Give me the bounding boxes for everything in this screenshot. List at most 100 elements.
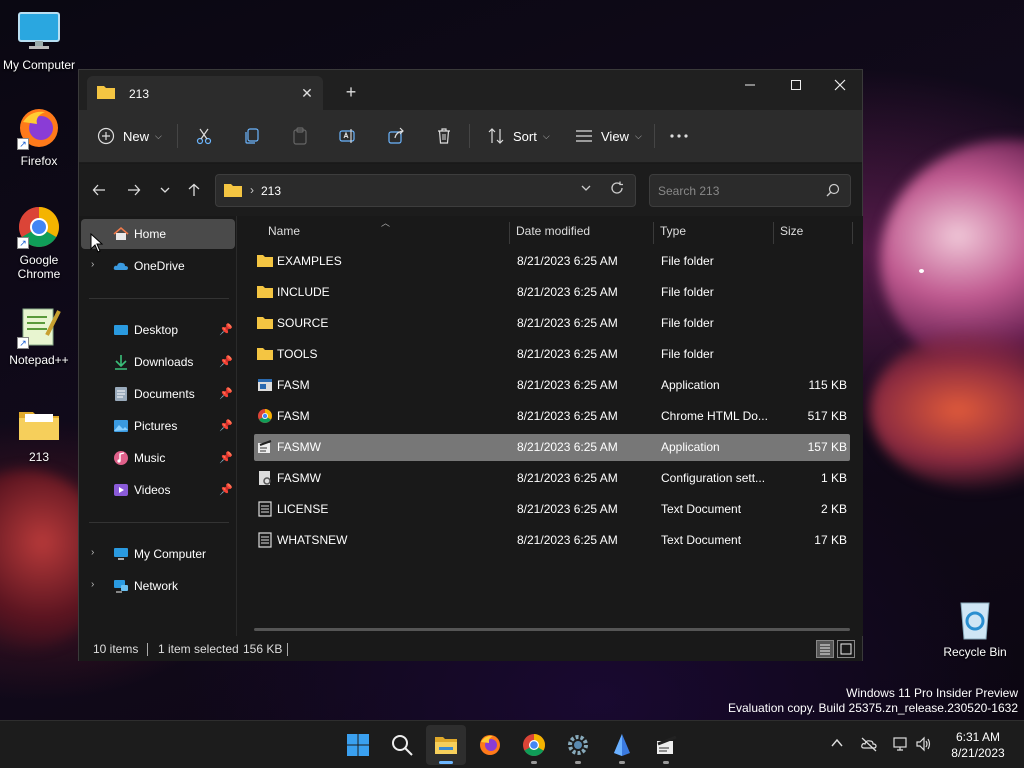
sort-button-label: Sort: [513, 128, 537, 144]
nav-item-videos[interactable]: Videos 📌: [81, 475, 235, 505]
breadcrumb-current[interactable]: 213: [261, 184, 281, 198]
arrow-up-icon: [188, 183, 200, 196]
volume-icon[interactable]: [915, 736, 933, 755]
tiles-view-icon: [840, 643, 852, 655]
pin-icon[interactable]: 📌: [219, 451, 233, 464]
file-explorer-taskbar-button[interactable]: [426, 725, 466, 765]
file-size: 157 KB: [807, 440, 847, 454]
column-header-size[interactable]: Size: [780, 216, 803, 246]
taskbar: 6:31 AM 8/21/2023: [0, 720, 1024, 768]
nav-item-documents[interactable]: Documents 📌: [81, 379, 235, 409]
nav-item-pictures[interactable]: Pictures 📌: [81, 411, 235, 441]
desktop-icon-firefox[interactable]: ↗ Firefox: [1, 106, 77, 168]
close-icon: [834, 79, 846, 91]
delete-button[interactable]: [435, 120, 453, 152]
share-button[interactable]: [387, 120, 405, 152]
pin-icon[interactable]: 📌: [219, 355, 233, 368]
search-box[interactable]: [649, 174, 851, 207]
file-row[interactable]: SOURCE 8/21/2023 6:25 AM File folder: [254, 310, 850, 337]
tiles-view-button[interactable]: [837, 640, 855, 658]
sort-ascending-icon: ︿: [381, 218, 391, 228]
file-row[interactable]: FASM 8/21/2023 6:25 AM Application 115 K…: [254, 372, 850, 399]
nav-item-music[interactable]: Music 📌: [81, 443, 235, 473]
more-options-button[interactable]: [669, 120, 689, 152]
desktop-icon-folder-213[interactable]: 213: [1, 402, 77, 464]
search-input[interactable]: [651, 176, 821, 205]
column-divider[interactable]: [852, 222, 853, 244]
file-row-selected[interactable]: FASMW 8/21/2023 6:25 AM Application 157 …: [254, 434, 850, 461]
details-view-button[interactable]: [816, 640, 834, 658]
search-taskbar-button[interactable]: [382, 725, 422, 765]
tab-213[interactable]: 213 ✕: [87, 76, 323, 110]
firefox-taskbar-button[interactable]: [470, 725, 510, 765]
minimize-button[interactable]: [727, 70, 773, 100]
sort-button[interactable]: Sort ⌵: [487, 120, 550, 152]
recent-locations-button[interactable]: [151, 176, 179, 204]
column-header-type[interactable]: Type: [660, 216, 686, 246]
onedrive-offline-icon[interactable]: [860, 736, 878, 755]
status-divider: [147, 643, 148, 656]
column-divider[interactable]: [653, 222, 654, 244]
cut-button[interactable]: [195, 120, 213, 152]
nav-item-my-computer[interactable]: › My Computer: [81, 539, 235, 569]
expand-chevron-icon[interactable]: ›: [91, 547, 94, 558]
pin-icon[interactable]: 📌: [219, 419, 233, 432]
nav-item-network[interactable]: › Network: [81, 571, 235, 601]
column-divider[interactable]: [509, 222, 510, 244]
nav-item-downloads[interactable]: Downloads 📌: [81, 347, 235, 377]
chrome-taskbar-button[interactable]: [514, 725, 554, 765]
forward-button[interactable]: [120, 176, 148, 204]
desktop-icon-chrome[interactable]: ↗ Google Chrome: [1, 205, 77, 281]
desktop-icon-notepadpp[interactable]: ↗ Notepad++: [1, 305, 77, 367]
desktop-icon-my-computer[interactable]: My Computer: [1, 10, 77, 72]
fasmw-taskbar-button[interactable]: [646, 725, 686, 765]
column-header-name[interactable]: Name: [268, 216, 300, 246]
address-history-chevron-icon[interactable]: [580, 182, 592, 197]
file-size: 17 KB: [814, 533, 847, 547]
desktop-icon-recycle-bin[interactable]: Recycle Bin: [937, 597, 1013, 659]
new-tab-button[interactable]: +: [341, 82, 361, 102]
show-hidden-icons-chevron-icon[interactable]: [830, 736, 844, 753]
taskbar-clock[interactable]: 6:31 AM 8/21/2023: [940, 729, 1016, 761]
new-button[interactable]: New ⌵: [97, 120, 162, 152]
network-status-icon[interactable]: [892, 736, 910, 755]
folder-icon: [97, 85, 115, 102]
app-taskbar-button[interactable]: [602, 725, 642, 765]
back-button[interactable]: [85, 176, 113, 204]
paste-button[interactable]: [291, 120, 309, 152]
status-bar: 10 items 1 item selected 156 KB: [79, 636, 862, 661]
pin-icon[interactable]: 📌: [219, 387, 233, 400]
settings-taskbar-button[interactable]: [558, 725, 598, 765]
up-button[interactable]: [180, 176, 208, 204]
address-bar[interactable]: › 213: [215, 174, 636, 207]
expand-chevron-icon[interactable]: ›: [91, 259, 94, 270]
nav-item-onedrive[interactable]: › OneDrive: [81, 251, 235, 281]
rename-button[interactable]: [339, 120, 357, 152]
file-row[interactable]: EXAMPLES 8/21/2023 6:25 AM File folder: [254, 248, 850, 275]
file-row[interactable]: FASM 8/21/2023 6:25 AM Chrome HTML Do...…: [254, 403, 850, 430]
refresh-icon[interactable]: [610, 181, 624, 199]
file-row[interactable]: TOOLS 8/21/2023 6:25 AM File folder: [254, 341, 850, 368]
desktop-icon-label: Recycle Bin: [943, 645, 1007, 659]
close-tab-icon[interactable]: ✕: [297, 83, 317, 103]
gear-icon: [568, 735, 588, 755]
watermark-build: Evaluation copy. Build 25375.zn_release.…: [728, 701, 1018, 715]
clock-date: 8/21/2023: [951, 746, 1005, 760]
file-row[interactable]: WHATSNEW 8/21/2023 6:25 AM Text Document…: [254, 527, 850, 554]
column-divider[interactable]: [773, 222, 774, 244]
nav-item-home[interactable]: Home: [81, 219, 235, 249]
copy-button[interactable]: [243, 120, 261, 152]
pin-icon[interactable]: 📌: [219, 483, 233, 496]
nav-item-desktop[interactable]: Desktop 📌: [81, 315, 235, 345]
maximize-button[interactable]: [773, 70, 819, 100]
file-row[interactable]: FASMW 8/21/2023 6:25 AM Configuration se…: [254, 465, 850, 492]
expand-chevron-icon[interactable]: ›: [91, 579, 94, 590]
file-row[interactable]: LICENSE 8/21/2023 6:25 AM Text Document …: [254, 496, 850, 523]
pin-icon[interactable]: 📌: [219, 323, 233, 336]
column-header-date-modified[interactable]: Date modified: [516, 216, 590, 246]
view-button[interactable]: View ⌵: [575, 120, 642, 152]
close-window-button[interactable]: [817, 70, 863, 100]
file-row[interactable]: INCLUDE 8/21/2023 6:25 AM File folder: [254, 279, 850, 306]
horizontal-scrollbar[interactable]: [254, 628, 850, 631]
start-button[interactable]: [338, 725, 378, 765]
